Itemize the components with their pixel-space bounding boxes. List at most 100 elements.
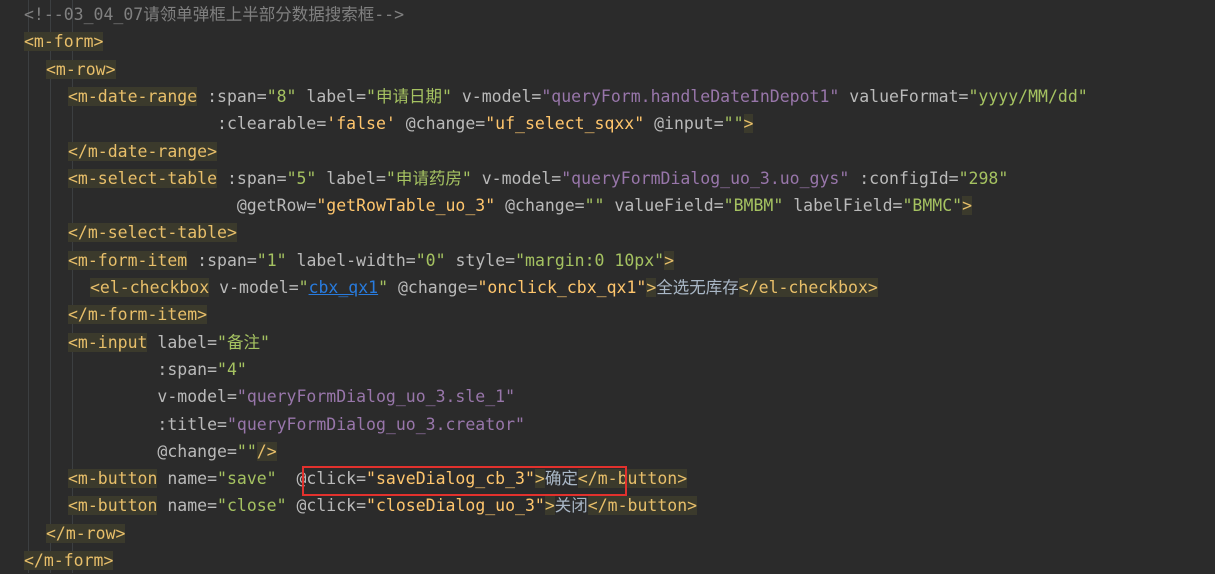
code-token: v-model= [209,278,299,297]
code-token: </m-button> [587,496,698,516]
code-token: <!--03_04_07请领单弹框上半部分数据搜索框--> [24,5,405,24]
code-token: label= [147,332,218,352]
code-token: @click= [286,496,367,516]
code-token: "298" [958,168,1009,188]
code-token: v-model= [68,387,237,407]
code-token: "BMBM" [723,196,784,216]
code-token: "closeDialog_uo_3" [366,496,545,516]
code-token: </m-date-range> [68,141,218,161]
code-token: " [378,278,389,297]
code-token: <m-date-range [68,86,198,106]
code-token: > [962,196,973,216]
code-token: "0" [415,250,446,270]
code-token: labelField= [783,196,903,216]
code-token: "queryForm.handleDateInDepot1" [541,86,840,106]
code-line: @getRow="getRowTable_uo_3" @change="" va… [0,192,1215,219]
code-token: "4" [217,359,247,379]
code-token: "备注" [217,332,270,352]
code-line: </m-form-item> [0,301,1215,328]
code-token: > [664,250,675,270]
code-token: </m-row> [46,523,126,543]
code-token: "onclick_cbx_qx1" [477,278,647,297]
code-token: "yyyy/MM/dd" [968,86,1088,106]
code-token: > [646,278,657,297]
code-token: :span= [217,168,287,188]
code-token: <m-form-item [68,250,188,270]
code-token: v-model= [451,86,542,106]
code-token: label= [316,168,386,188]
code-line: </m-row> [0,520,1215,547]
code-token: @change= [495,196,585,216]
code-token: </m-button> [577,469,688,489]
code-token: </m-form> [24,551,114,570]
code-token: @change= [68,441,237,461]
code-token: label= [296,86,367,106]
code-token: label-width= [286,250,416,270]
code-token: "getRowTable_uo_3" [316,196,496,216]
code-token: "uf_select_sqxx" [485,114,645,134]
code-token: " [298,278,309,297]
code-token: </el-checkbox> [738,278,878,297]
code-token: </m-form-item> [68,305,208,325]
code-token: name= [157,469,218,489]
code-token: "queryFormDialog_uo_3.creator" [226,414,525,434]
code-line: </m-select-table> [0,219,1215,246]
code-token: @change= [395,114,486,134]
code-line: </m-date-range> [0,138,1215,165]
code-token: :span= [68,359,218,379]
code-line: <m-row> [0,56,1215,83]
code-token: 'false' [326,114,396,134]
code-token: "margin:0 10px" [515,250,665,270]
code-token: > [743,114,754,134]
code-token: 确定 [544,469,578,489]
code-editor[interactable]: <!--03_04_07请领单弹框上半部分数据搜索框--> <m-form> <m-… [0,0,1215,573]
code-token: valueFormat= [839,86,969,106]
code-line: :clearable='false' @change="uf_select_sq… [0,110,1215,137]
code-line: @change=""/> [0,438,1215,465]
code-token: @input= [644,114,724,134]
code-token: "queryFormDialog_uo_3.sle_1" [236,387,516,407]
code-token: "5" [286,168,317,188]
code-token: "queryFormDialog_uo_3.uo_gys" [561,168,850,188]
code-token: "save" [217,469,277,489]
code-line: <el-checkbox v-model="cbx_qx1" @change="… [0,274,1215,301]
code-token: <m-select-table [68,168,218,188]
code-token: > [105,59,116,79]
code-token: <m-button [68,469,158,489]
code-token: @getRow= [68,196,317,216]
code-token: > [544,496,555,516]
code-line: :title="queryFormDialog_uo_3.creator" [0,411,1215,438]
code-token: <m-row [46,59,106,79]
code-token: <m-form [24,32,94,52]
code-token: name= [157,496,218,516]
code-token: > [93,32,104,52]
code-token: "1" [256,250,287,270]
code-token: "申请日期" [366,86,452,106]
code-token: @click= [276,469,367,489]
code-token: 关闭 [554,496,588,516]
code-token: "申请药房" [385,168,472,188]
code-line: <m-select-table :span="5" label="申请药房" v… [0,165,1215,192]
code-token: "" [723,114,744,134]
code-line: v-model="queryFormDialog_uo_3.sle_1" [0,383,1215,410]
code-line: <m-button name="close" @click="closeDial… [0,492,1215,519]
code-line: <!--03_04_07请领单弹框上半部分数据搜索框--> [0,1,1215,28]
code-token: <el-checkbox [90,278,210,297]
code-line: :span="4" [0,356,1215,383]
code-line: <m-form-item :span="1" label-width="0" s… [0,247,1215,274]
code-token: "saveDialog_cb_3" [366,469,535,489]
code-token: :title= [68,414,227,434]
code-token: "close" [217,496,287,516]
code-token: "BMMC" [902,196,963,216]
code-token: "8" [266,86,297,106]
code-line: <m-date-range :span="8" label="申请日期" v-m… [0,83,1215,110]
code-token[interactable]: cbx_qx1 [309,278,379,297]
code-line: <m-button name="save" @click="saveDialog… [0,465,1215,492]
code-token: /> [256,441,277,461]
code-token: v-model= [471,168,562,188]
code-token: :configId= [849,168,959,188]
code-token: "" [584,196,605,216]
code-token: </m-select-table> [68,223,237,243]
code-token: <m-button [68,496,158,516]
code-line: <m-form> [0,28,1215,55]
